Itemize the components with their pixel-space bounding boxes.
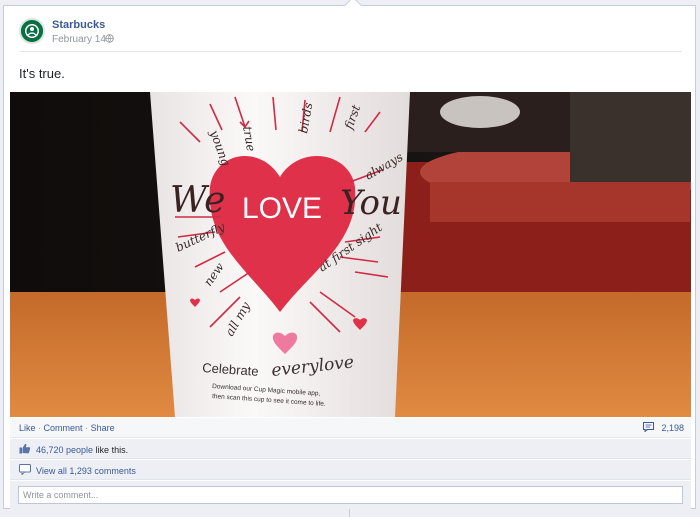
comment-input[interactable]: Write a comment...: [18, 486, 683, 504]
action-links: Like · Comment · Share: [19, 423, 115, 433]
comment-link[interactable]: Comment: [44, 423, 83, 433]
comment-bubble-icon[interactable]: [643, 422, 654, 432]
post-status-text: It's true.: [19, 66, 65, 81]
cup-we-text: We: [170, 180, 225, 221]
post-actions-bar: Like · Comment · Share 2,198: [10, 418, 691, 438]
header-divider: [19, 51, 682, 52]
separator: ·: [85, 423, 89, 433]
likes-summary: 46,720 people like this.: [10, 439, 691, 459]
view-all-comments-link[interactable]: View all 1,293 comments: [36, 466, 136, 476]
likes-count-link[interactable]: 46,720 people: [36, 445, 93, 455]
comment-composer: Write a comment...: [10, 481, 691, 509]
speech-bubble-icon: [19, 464, 31, 475]
starbucks-logo[interactable]: [19, 18, 45, 44]
comment-count[interactable]: 2,198: [661, 423, 684, 433]
likes-suffix: like this.: [93, 445, 129, 455]
comments-summary: View all 1,293 comments: [10, 460, 691, 480]
cup-you-text: You: [340, 183, 402, 223]
likes-text: 46,720 people like this.: [36, 445, 128, 455]
post-date[interactable]: February 14: [52, 34, 106, 45]
author-name[interactable]: Starbucks: [52, 19, 105, 31]
separator: ·: [38, 423, 42, 433]
thumbs-up-icon: [19, 443, 31, 454]
globe-icon[interactable]: [105, 34, 114, 43]
post-card: Starbucks February 14 It's true. LOVE We…: [3, 0, 696, 509]
post-photo[interactable]: LOVE We You true birds first always butt…: [10, 92, 691, 417]
timeline-notch: [344, 0, 362, 14]
cup-love-text: LOVE: [242, 192, 322, 225]
like-link[interactable]: Like: [19, 423, 36, 433]
share-link[interactable]: Share: [91, 423, 115, 433]
